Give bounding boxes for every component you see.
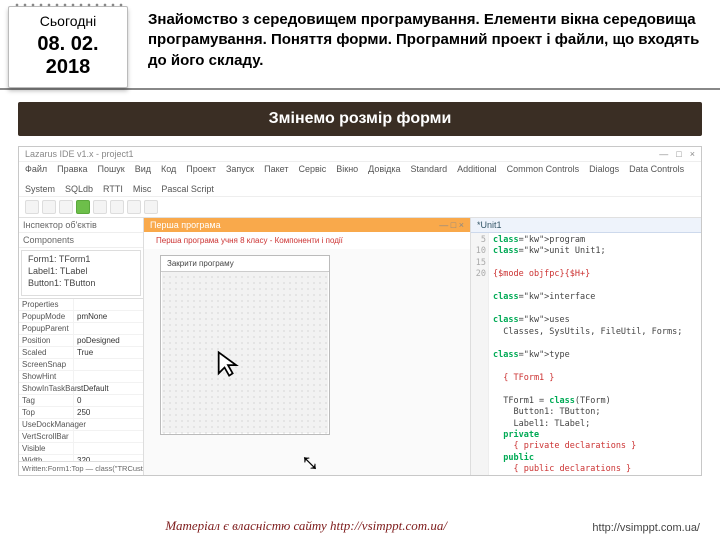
menu-item[interactable]: Additional bbox=[457, 164, 497, 174]
window-controls[interactable]: — □ × bbox=[659, 149, 695, 159]
pause-icon[interactable] bbox=[93, 200, 107, 214]
form-canvas[interactable]: Закрити програму ↔ bbox=[144, 249, 470, 475]
source-editor-panel: *Unit1 5 10 15 20 class="kw">program cla… bbox=[471, 218, 701, 475]
run-icon[interactable] bbox=[76, 200, 90, 214]
new-icon[interactable] bbox=[25, 200, 39, 214]
form-window-controls[interactable]: — □ × bbox=[439, 220, 464, 230]
maximize-icon[interactable]: □ bbox=[676, 149, 681, 159]
menu-item[interactable]: Pascal Script bbox=[161, 184, 214, 194]
date-block: Сьогодні 08. 02. 2018 bbox=[8, 6, 128, 88]
toolbar[interactable] bbox=[19, 197, 701, 218]
menu-bar[interactable]: Файл Правка Пошук Вид Код Проект Запуск Пакет Се… bbox=[19, 162, 701, 197]
components-title: Components bbox=[19, 233, 143, 248]
property-row[interactable]: PositionpoDesigned bbox=[19, 335, 143, 347]
inspector-title: Інспектор об'єктів bbox=[19, 218, 143, 233]
form-tab[interactable]: Перша програма bbox=[150, 220, 221, 230]
footer-url: http://vsimppt.com.ua/ bbox=[592, 522, 700, 534]
property-row[interactable]: ShowHint bbox=[19, 371, 143, 383]
minimize-icon[interactable]: — bbox=[659, 149, 668, 159]
property-row[interactable]: VertScrollBar bbox=[19, 431, 143, 443]
menu-item[interactable]: Misc bbox=[133, 184, 152, 194]
stop-icon[interactable] bbox=[110, 200, 124, 214]
menu-item[interactable]: Проект bbox=[186, 164, 216, 174]
cursor-arrow-icon bbox=[214, 349, 242, 379]
property-row[interactable]: ShowInTaskBarstDefault bbox=[19, 383, 143, 395]
resize-arrow-icon: ↔ bbox=[292, 439, 334, 475]
menu-item[interactable]: Код bbox=[161, 164, 176, 174]
menu-item[interactable]: SQLdb bbox=[65, 184, 93, 194]
close-icon[interactable]: × bbox=[690, 149, 695, 159]
ide-window-title: Lazarus IDE v1.x - project1 bbox=[25, 149, 134, 159]
save-icon[interactable] bbox=[59, 200, 73, 214]
step-over-icon[interactable] bbox=[127, 200, 141, 214]
property-row[interactable]: Top250 bbox=[19, 407, 143, 419]
property-row[interactable]: UseDockManager bbox=[19, 419, 143, 431]
menu-item[interactable]: Dialogs bbox=[589, 164, 619, 174]
menu-item[interactable]: Довідка bbox=[368, 164, 400, 174]
menu-item[interactable]: Data Controls bbox=[629, 164, 684, 174]
menu-item[interactable]: Standard bbox=[411, 164, 448, 174]
property-row[interactable]: ScreenSnap bbox=[19, 359, 143, 371]
menu-item[interactable]: System bbox=[25, 184, 55, 194]
code-editor[interactable]: 5 10 15 20 class="kw">program class="kw"… bbox=[471, 233, 701, 475]
form-subcaption: Перша програма учня 8 класу - Компоненти… bbox=[144, 232, 470, 249]
mock-form-title: Закрити програму bbox=[161, 256, 329, 272]
today-label: Сьогодні bbox=[17, 13, 119, 29]
menu-item[interactable]: Сервіс bbox=[298, 164, 326, 174]
menu-item[interactable]: Запуск bbox=[226, 164, 254, 174]
menu-item[interactable]: Пакет bbox=[264, 164, 288, 174]
form-designer-panel: Перша програма — □ × Перша програма учня… bbox=[144, 218, 471, 475]
property-row[interactable]: Properties bbox=[19, 299, 143, 311]
date-value: 08. 02. 2018 bbox=[17, 33, 119, 79]
editor-tab[interactable]: *Unit1 bbox=[471, 218, 701, 233]
menu-item[interactable]: Common Controls bbox=[507, 164, 580, 174]
open-icon[interactable] bbox=[42, 200, 56, 214]
credit-text: Матеріал є власністю сайту http://vsimpp… bbox=[20, 518, 592, 534]
line-gutter: 5 10 15 20 bbox=[471, 233, 489, 475]
menu-item[interactable]: Пошук bbox=[98, 164, 125, 174]
menu-item[interactable]: Правка bbox=[57, 164, 87, 174]
menu-item[interactable]: Вікно bbox=[336, 164, 358, 174]
step-into-icon[interactable] bbox=[144, 200, 158, 214]
menu-item[interactable]: Вид bbox=[135, 164, 151, 174]
tree-node[interactable]: Label1: TLabel bbox=[24, 265, 138, 277]
menu-item[interactable]: RTTI bbox=[103, 184, 123, 194]
menu-item[interactable]: Файл bbox=[25, 164, 47, 174]
property-row[interactable]: Tag0 bbox=[19, 395, 143, 407]
property-row[interactable]: ScaledTrue bbox=[19, 347, 143, 359]
property-row[interactable]: PopupParent bbox=[19, 323, 143, 335]
tree-node[interactable]: Form1: TForm1 bbox=[24, 253, 138, 265]
ide-screenshot: Lazarus IDE v1.x - project1 — □ × Файл Пр… bbox=[18, 146, 702, 476]
slide-title: Знайомство з середовищем програмування. … bbox=[148, 6, 700, 71]
inspector-status: Written:Form1:Top — class("TRCustomForm"… bbox=[19, 461, 143, 475]
object-inspector-panel: Інспектор об'єктів Components Form1: TFo… bbox=[19, 218, 144, 475]
property-grid[interactable]: PropertiesPopupModepmNonePopupParentPosi… bbox=[19, 298, 143, 461]
component-tree[interactable]: Form1: TForm1 Label1: TLabel Button1: TB… bbox=[21, 250, 141, 296]
tree-node[interactable]: Button1: TButton bbox=[24, 277, 138, 289]
code-text[interactable]: class="kw">program class="kw">unit Unit1… bbox=[489, 233, 686, 475]
section-banner: Змінемо розмір форми bbox=[18, 102, 702, 136]
form-mock[interactable]: Закрити програму bbox=[160, 255, 330, 435]
property-row[interactable]: PopupModepmNone bbox=[19, 311, 143, 323]
property-row[interactable]: Visible bbox=[19, 443, 143, 455]
